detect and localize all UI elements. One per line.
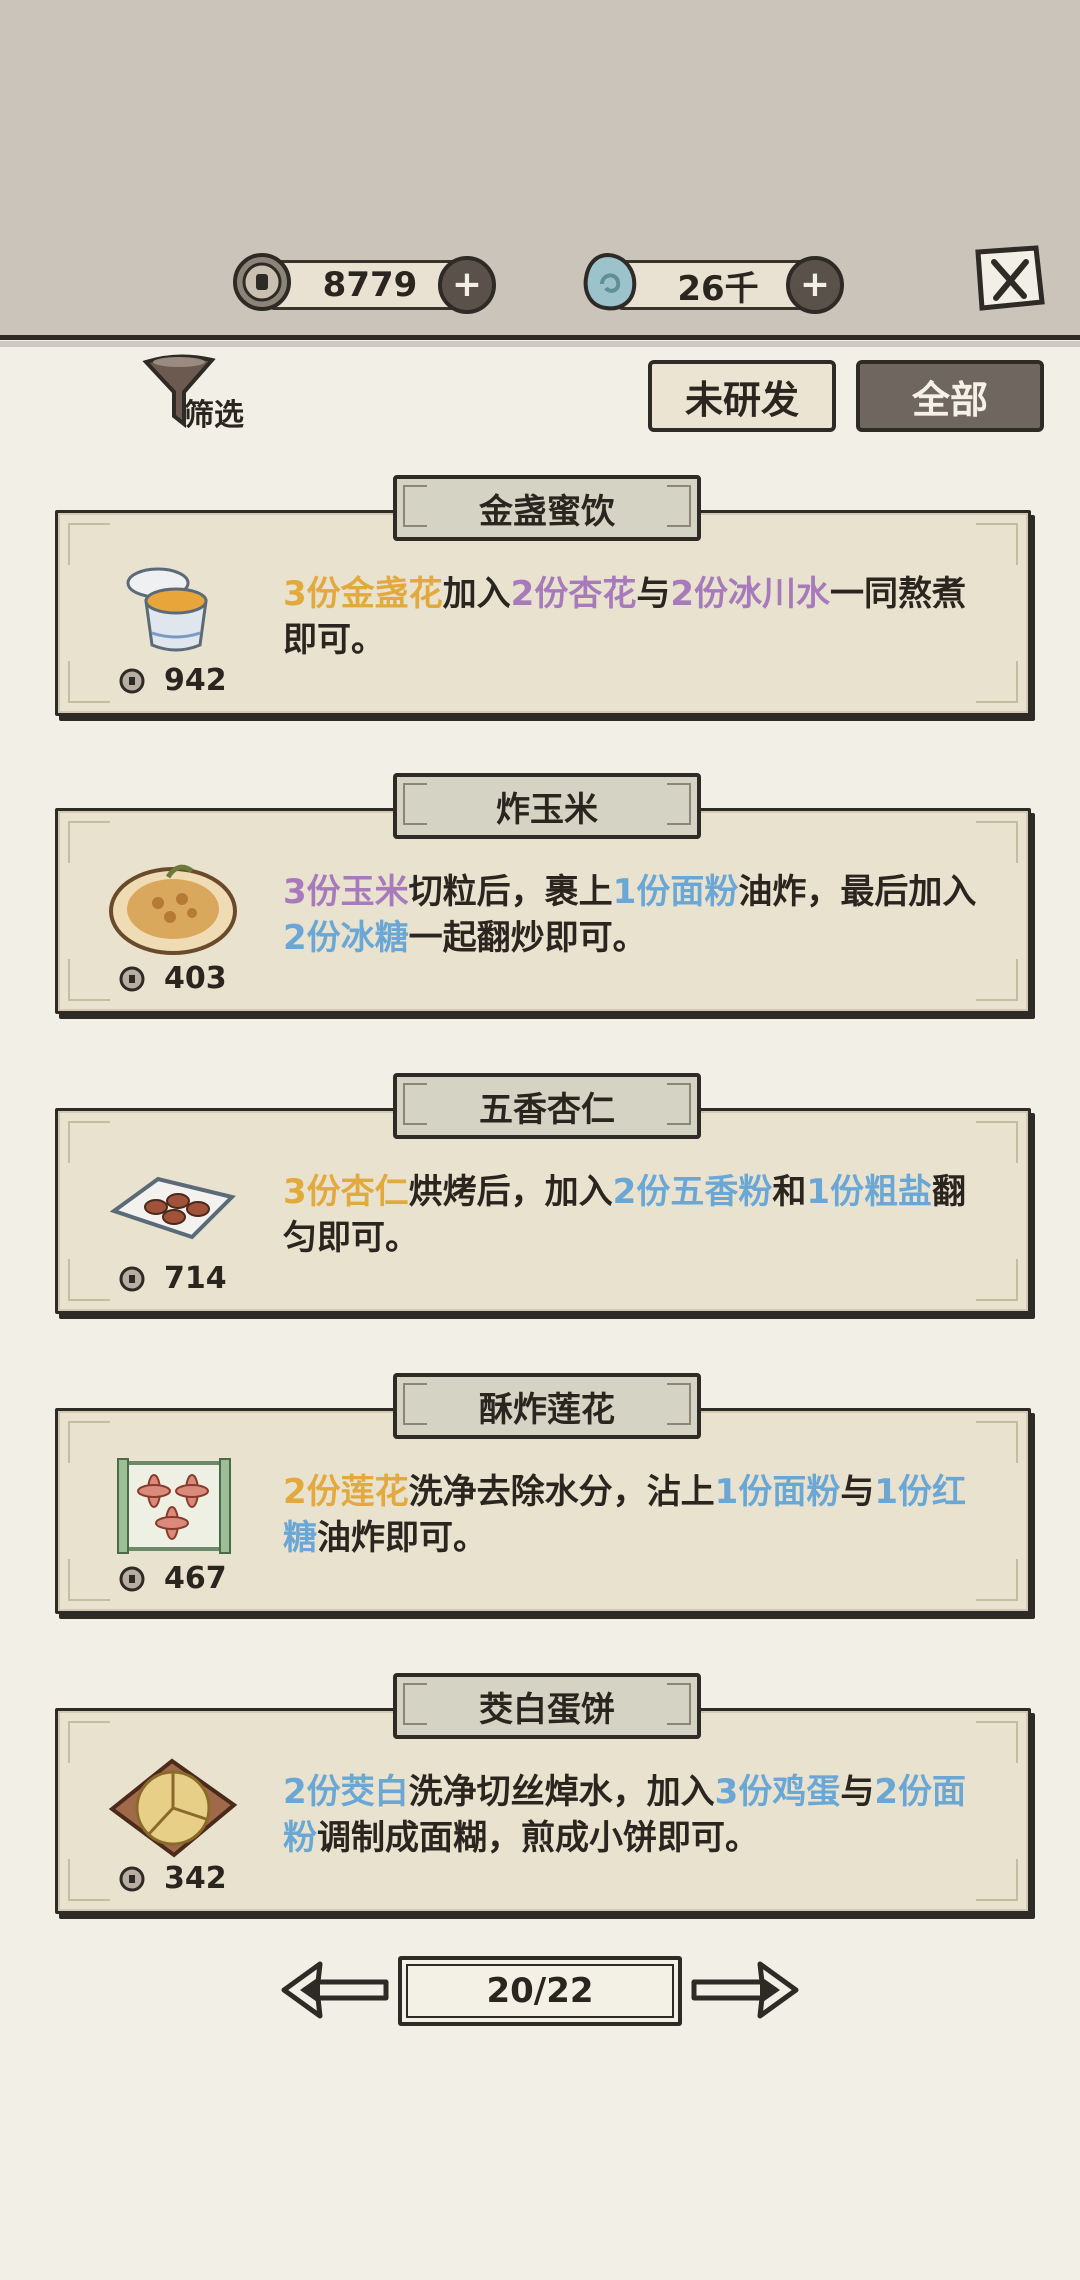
- recipe-description-segment: 调制成面糊，煎成小饼即可。: [317, 1818, 759, 1858]
- recipe-price-value: 467: [164, 1561, 227, 1596]
- recipe-description-segment: 3份金盏花: [283, 574, 443, 614]
- recipe-title: 金盏蜜饮: [393, 475, 701, 541]
- recipe-price: 942: [118, 663, 227, 698]
- recipe-description-segment: 2份莲花: [283, 1472, 409, 1512]
- recipe-description: 3份杏仁烘烤后，加入2份五香粉和1份粗盐翻匀即可。: [283, 1169, 993, 1261]
- pagination: 20/22: [280, 1950, 800, 2030]
- egg-pancake-board-icon: [108, 1758, 238, 1858]
- add-coins-button[interactable]: +: [438, 256, 496, 314]
- copper-coin-icon: [119, 1566, 145, 1591]
- recipe-title: 五香杏仁: [393, 1073, 701, 1139]
- recipe-description: 2份莲花洗净去除水分，沾上1份面粉与1份红糖油炸即可。: [283, 1469, 993, 1561]
- filter-button[interactable]: 筛选: [140, 350, 270, 433]
- tab-all[interactable]: 全部: [856, 360, 1044, 432]
- recipe-description-segment: 2份杏花: [510, 574, 637, 614]
- recipe-description-segment: 烘烤后，加入: [408, 1172, 613, 1212]
- recipe-price-value: 942: [164, 663, 227, 698]
- honey-drink-cup-icon: [126, 567, 208, 652]
- recipe-description-segment: 油炸即可。: [317, 1518, 487, 1558]
- copper-coin-icon: [119, 1266, 145, 1291]
- recipe-price-value: 714: [164, 1261, 227, 1296]
- recipe-description-segment: 3份玉米: [283, 872, 409, 912]
- copper-coin-icon: [119, 668, 145, 693]
- recipe-card[interactable]: 炸玉米 403 3份玉米切粒后，裹上1份面粉油炸，最后加入 2份冰糖一起翻炒即可。: [55, 773, 1031, 1014]
- recipe-description-segment: 2份冰糖: [283, 918, 409, 958]
- recipe-description-segment: 一起翻炒即可。: [408, 918, 647, 958]
- recipe-price: 467: [118, 1561, 227, 1596]
- recipe-description-segment: 1份面粉: [612, 872, 739, 912]
- recipe-price: 403: [118, 961, 227, 996]
- recipe-title: 茭白蛋饼: [393, 1673, 701, 1739]
- recipe-description-segment: 切粒后，裹上: [408, 872, 613, 912]
- recipe-card[interactable]: 五香杏仁 714 3份杏仁烘烤后，加入2份五香粉和1份粗盐翻匀即可。: [55, 1073, 1031, 1314]
- recipe-description: 3份金盏花加入2份杏花与2份冰川水一同熬煮即可。: [283, 571, 993, 663]
- recipe-description-segment: 2份冰川水: [670, 574, 831, 614]
- previous-page-icon[interactable]: [280, 1958, 390, 2022]
- recipe-title: 炸玉米: [393, 773, 701, 839]
- coin-currency: 8779 +: [230, 250, 496, 314]
- recipe-description-segment: 与: [840, 1772, 875, 1812]
- recipe-description-segment: 3份杏仁: [283, 1172, 409, 1212]
- filter-label: 筛选: [184, 398, 244, 433]
- page-indicator: 20/22: [398, 1956, 682, 2026]
- recipe-description-segment: 1份粗盐: [806, 1172, 933, 1212]
- recipe-card[interactable]: 酥炸莲花 467 2份莲花洗净去除水分，沾上1份面粉与1份红糖油炸即可。: [55, 1373, 1031, 1614]
- recipe-price: 342: [118, 1861, 227, 1896]
- spiced-almond-plate-icon: [109, 1176, 236, 1240]
- copper-coin-icon: [233, 253, 291, 311]
- recipe-card[interactable]: 茭白蛋饼 342 2份茭白洗净切丝焯水，加入3份鸡蛋与2份面粉调制成面糊，煎成小…: [55, 1673, 1031, 1914]
- recipe-description-segment: 与: [636, 574, 671, 614]
- recipe-description-segment: 2份五香粉: [612, 1172, 773, 1212]
- close-icon[interactable]: [970, 244, 1048, 314]
- next-page-icon[interactable]: [690, 1958, 800, 2022]
- jade-stone-icon: [583, 252, 637, 311]
- recipe-description-segment: 洗净去除水分，沾上: [408, 1472, 715, 1512]
- recipe-description-segment: 油炸，最后加入: [738, 872, 977, 912]
- recipe-description-segment: 3份鸡蛋: [714, 1772, 841, 1812]
- recipe-description: 3份玉米切粒后，裹上1份面粉油炸，最后加入 2份冰糖一起翻炒即可。: [283, 869, 993, 961]
- recipe-description-segment: 加入: [442, 574, 511, 614]
- recipe-price: 714: [118, 1261, 227, 1296]
- add-gems-button[interactable]: +: [786, 256, 844, 314]
- recipe-price-value: 342: [164, 1861, 227, 1896]
- recipe-description-segment: 2份茭白: [283, 1772, 409, 1812]
- recipe-description-segment: 1份面粉: [714, 1472, 841, 1512]
- recipe-description-segment: 与: [840, 1472, 875, 1512]
- recipe-card[interactable]: 金盏蜜饮 942 3份金盏花加入2份杏花与2份冰川水一同熬煮即可。: [55, 475, 1031, 716]
- top-header-band: [0, 0, 1080, 347]
- tab-undeveloped[interactable]: 未研发: [648, 360, 836, 432]
- recipe-description-segment: 洗净切丝焯水，加入: [408, 1772, 715, 1812]
- recipe-description-segment: 和: [772, 1172, 807, 1212]
- copper-coin-icon: [119, 966, 145, 991]
- fried-lotus-tray-icon: [117, 1458, 231, 1554]
- copper-coin-icon: [119, 1866, 145, 1891]
- recipe-title: 酥炸莲花: [393, 1373, 701, 1439]
- recipe-price-value: 403: [164, 961, 227, 996]
- recipe-description: 2份茭白洗净切丝焯水，加入3份鸡蛋与2份面粉调制成面糊，煎成小饼即可。: [283, 1769, 993, 1861]
- fried-corn-plate-icon: [109, 864, 237, 955]
- gem-currency: 26千 +: [578, 250, 844, 314]
